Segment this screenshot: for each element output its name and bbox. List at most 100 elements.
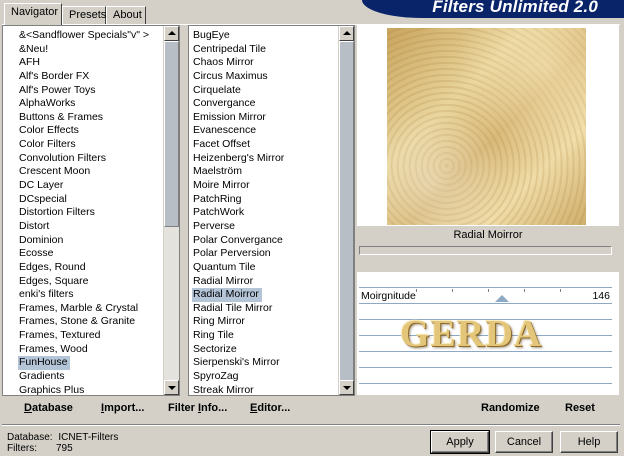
category-list-item[interactable]: Ecosse: [3, 247, 163, 261]
preview-image: [387, 28, 586, 225]
category-list-item[interactable]: DCspecial: [3, 193, 163, 207]
category-list-item[interactable]: Distort: [3, 220, 163, 234]
filter-list-item[interactable]: Chaos Mirror: [189, 56, 338, 70]
filter-list-item[interactable]: Facet Offset: [189, 138, 338, 152]
category-list[interactable]: &<Sandflower Specials"v" > &Neu! AFH Alf's …: [2, 25, 180, 396]
filter-items: BugEye Centripedal Tile Chaos Mirror Circus…: [189, 26, 338, 395]
preview-filter-name: Radial Moirror: [453, 229, 523, 241]
filter-list-item[interactable]: Quantum Tile: [189, 261, 338, 275]
category-scroll-up-button[interactable]: [164, 26, 179, 41]
divider: [359, 287, 612, 288]
filter-list-item[interactable]: Centripedal Tile: [189, 43, 338, 57]
filter-list-item[interactable]: Polar Convergance: [189, 234, 338, 248]
filter-list[interactable]: BugEye Centripedal Tile Chaos Mirror Circus…: [188, 25, 355, 396]
filter-list-item[interactable]: Convergance: [189, 97, 338, 111]
filter-list-item[interactable]: Cirquelate: [189, 84, 338, 98]
filter-info-label-post: nfo...: [201, 402, 228, 414]
filter-list-item[interactable]: Streak Mirror: [189, 384, 338, 395]
filter-list-item[interactable]: Polar Perversion: [189, 247, 338, 261]
category-list-item[interactable]: Crescent Moon: [3, 165, 163, 179]
category-scrollbar[interactable]: [163, 26, 179, 395]
filter-scroll-up-button[interactable]: [339, 26, 354, 41]
apply-button[interactable]: Apply: [430, 430, 490, 454]
category-list-item[interactable]: Convolution Filters: [3, 152, 163, 166]
category-list-item[interactable]: Frames, Marble & Crystal: [3, 302, 163, 316]
filter-scrollbar[interactable]: [338, 26, 354, 395]
category-scroll-down-button[interactable]: [164, 380, 179, 395]
database-button[interactable]: Database: [24, 402, 73, 414]
category-list-item[interactable]: Frames, Wood: [3, 343, 163, 357]
slider-tick: [488, 289, 489, 292]
editor-button[interactable]: Editor...: [250, 402, 290, 414]
divider: [359, 303, 612, 304]
divider: [359, 367, 612, 368]
cancel-button[interactable]: Cancel: [495, 431, 553, 453]
tab-presets[interactable]: Presets: [62, 6, 106, 24]
tab-navigator[interactable]: Navigator: [4, 3, 62, 25]
category-list-item[interactable]: Edges, Round: [3, 261, 163, 275]
gerda-watermark: GERDA: [400, 313, 543, 355]
category-list-item[interactable]: Color Effects: [3, 124, 163, 138]
progress-bar: [359, 246, 612, 255]
import-button[interactable]: Import...: [101, 402, 144, 414]
filter-list-item[interactable]: Radial Tile Mirror: [189, 302, 338, 316]
category-list-item[interactable]: Gradients: [3, 370, 163, 384]
filter-list-item[interactable]: Moire Mirror: [189, 179, 338, 193]
status-separator: [2, 424, 620, 426]
slider-tick: [416, 289, 417, 292]
filter-list-item[interactable]: Maelström: [189, 165, 338, 179]
category-list-item[interactable]: FunHouse: [3, 356, 163, 371]
filter-info-label-pre: Filter: [168, 402, 198, 414]
randomize-button[interactable]: Randomize: [481, 402, 540, 414]
filter-list-item[interactable]: PatchRing: [189, 193, 338, 207]
category-list-item[interactable]: enki's filters: [3, 288, 163, 302]
category-list-item[interactable]: Edges, Square: [3, 275, 163, 289]
filter-list-item[interactable]: Circus Maximus: [189, 70, 338, 84]
category-list-item[interactable]: &<Sandflower Specials"v" >: [3, 29, 163, 43]
filter-list-item[interactable]: Sectorize: [189, 343, 338, 357]
category-list-item[interactable]: Alf's Border FX: [3, 70, 163, 84]
category-items: &<Sandflower Specials"v" > &Neu! AFH Alf's …: [3, 26, 163, 395]
filter-list-item[interactable]: Emission Mirror: [189, 111, 338, 125]
category-list-item[interactable]: DC Layer: [3, 179, 163, 193]
category-list-item[interactable]: AlphaWorks: [3, 97, 163, 111]
database-label-accel: D: [24, 402, 32, 414]
help-button[interactable]: Help: [560, 431, 618, 453]
database-label-post: atabase: [31, 402, 73, 414]
filter-scroll-thumb[interactable]: [339, 41, 354, 381]
filter-list-item[interactable]: Ring Mirror: [189, 315, 338, 329]
filter-scroll-down-button[interactable]: [339, 380, 354, 395]
filter-list-item[interactable]: Heizenberg's Mirror: [189, 152, 338, 166]
filter-list-item[interactable]: Radial Moirror: [189, 288, 338, 302]
category-list-item[interactable]: Frames, Stone & Granite: [3, 315, 163, 329]
filter-list-item[interactable]: BugEye: [189, 29, 338, 43]
slider-value: 146: [592, 290, 610, 302]
category-list-item[interactable]: Graphics Plus: [3, 384, 163, 395]
category-selected-label: FunHouse: [18, 356, 71, 371]
filter-list-item[interactable]: Ring Tile: [189, 329, 338, 343]
status-database: Database: ICNET-Filters: [7, 432, 118, 443]
tab-about[interactable]: About: [106, 6, 146, 24]
category-list-item[interactable]: &Neu!: [3, 43, 163, 57]
slider-thumb[interactable]: [494, 295, 509, 302]
filter-list-item[interactable]: Evanescence: [189, 124, 338, 138]
reset-button[interactable]: Reset: [565, 402, 595, 414]
category-scroll-thumb[interactable]: [164, 41, 179, 227]
filter-list-item[interactable]: Perverse: [189, 220, 338, 234]
category-list-item[interactable]: Buttons & Frames: [3, 111, 163, 125]
status-filters-value: 795: [56, 443, 73, 454]
filter-list-item[interactable]: PatchWork: [189, 206, 338, 220]
filter-info-button[interactable]: Filter Info...: [168, 402, 227, 414]
category-list-item[interactable]: Alf's Power Toys: [3, 84, 163, 98]
category-list-item[interactable]: Dominion: [3, 234, 163, 248]
category-list-item[interactable]: Color Filters: [3, 138, 163, 152]
import-label-post: mport...: [104, 402, 145, 414]
divider: [359, 383, 612, 384]
filter-list-item[interactable]: SpyroZag: [189, 370, 338, 384]
category-list-item[interactable]: AFH: [3, 56, 163, 70]
filter-list-item[interactable]: Sierpenski's Mirror: [189, 356, 338, 370]
category-list-item[interactable]: Frames, Textured: [3, 329, 163, 343]
category-list-item[interactable]: Distortion Filters: [3, 206, 163, 220]
slider-label: Moirgnitude: [361, 290, 416, 302]
filter-list-item[interactable]: Radial Mirror: [189, 275, 338, 289]
